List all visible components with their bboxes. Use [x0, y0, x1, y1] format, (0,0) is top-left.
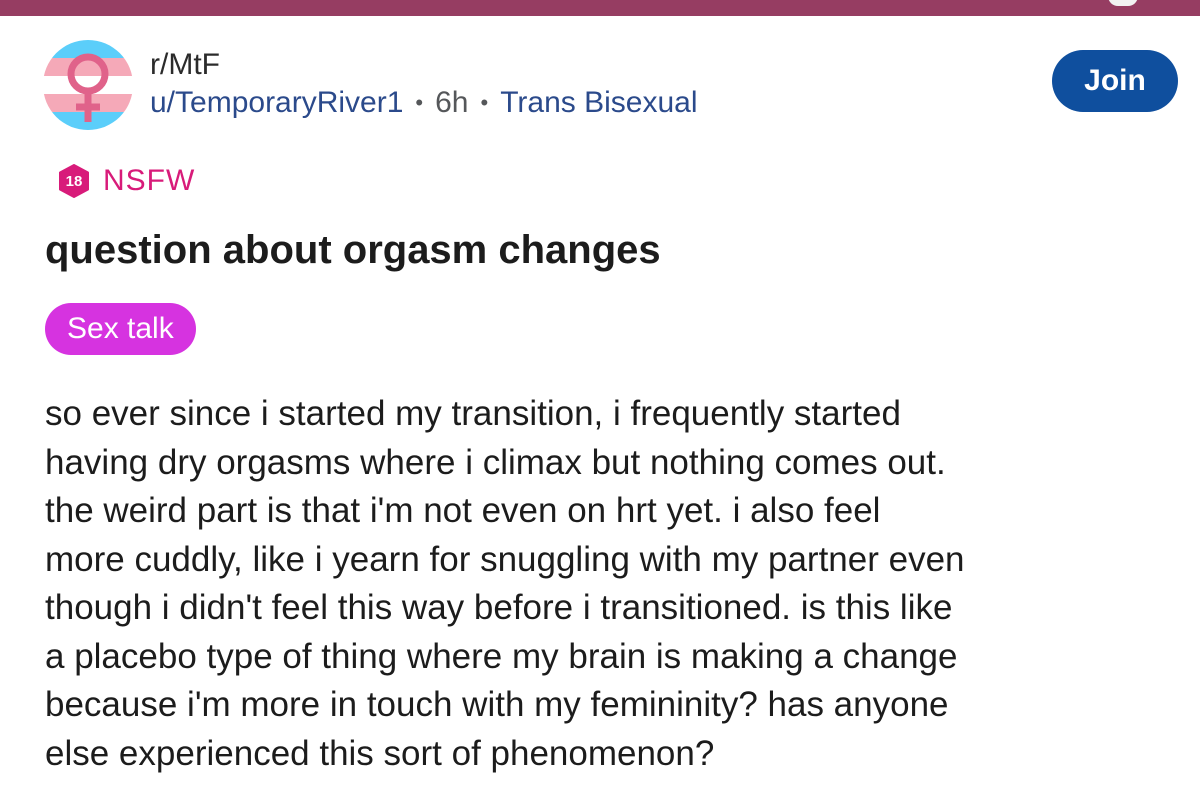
post-body-line: so ever since i started my transition, i… [45, 394, 901, 433]
post-body: so ever since i started my transition, i… [45, 390, 1175, 778]
nsfw-badge-number: 18 [65, 172, 83, 190]
post-body-line: having dry orgasms where i climax but no… [45, 442, 946, 482]
post-body-line: more cuddly, like i yearn for snuggling … [45, 539, 965, 579]
post-body-line: the weird part is that i'm not even on h… [45, 491, 881, 530]
nsfw-tag: 18 NSFW [57, 164, 195, 198]
post-flair[interactable]: Sex talk [45, 303, 196, 355]
nsfw-label: NSFW [103, 164, 196, 197]
author-link[interactable]: u/TemporaryRiver1 [150, 86, 403, 120]
trans-flag-venus-icon [43, 40, 133, 130]
post-age: 6h [435, 86, 469, 119]
post-card: r/MtF u/TemporaryRiver1 • 6h • Trans Bis… [0, 16, 1200, 812]
meta-separator: • [415, 90, 424, 115]
user-flair[interactable]: Trans Bisexual [500, 86, 697, 120]
post-body-line: a placebo type of thing where my brain i… [45, 636, 958, 676]
subreddit-avatar[interactable] [43, 40, 133, 130]
post-body-line: because i'm more in touch with my femini… [45, 685, 949, 724]
post-body-line: else experienced this sort of phenomenon… [45, 733, 715, 773]
header-corner-icon[interactable] [1108, 0, 1138, 6]
post-title[interactable]: question about orgasm changes [45, 228, 661, 273]
nsfw-18-icon: 18 [57, 164, 91, 198]
app-header-bar [0, 0, 1200, 16]
post-meta: u/TemporaryRiver1 • 6h • Trans Bisexual [150, 86, 698, 120]
subreddit-name[interactable]: r/MtF [150, 48, 220, 82]
join-button[interactable]: Join [1052, 50, 1178, 112]
post-body-line: though i didn't feel this way before i t… [45, 588, 953, 627]
meta-separator: • [480, 90, 489, 115]
